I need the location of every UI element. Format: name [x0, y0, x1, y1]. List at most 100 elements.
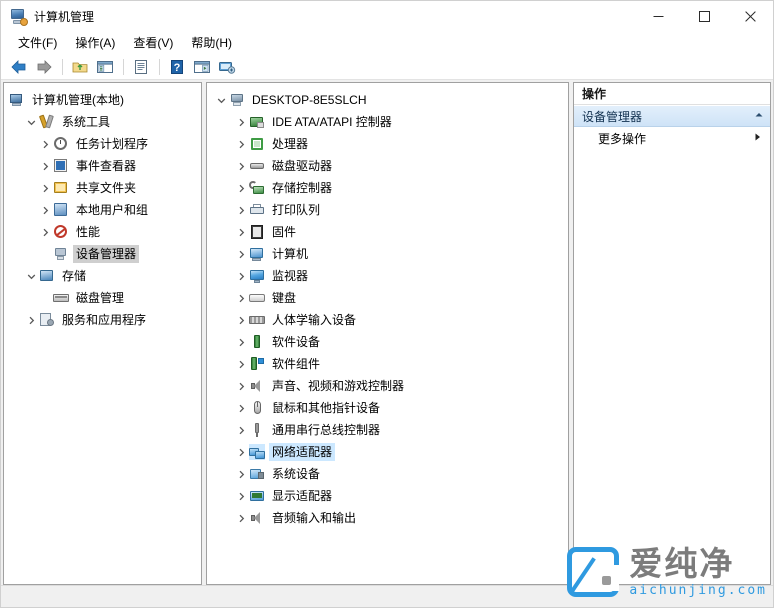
chevron-right-icon[interactable] [233, 184, 249, 193]
action-item-more-actions[interactable]: 更多操作 [574, 127, 770, 149]
sidebar-item-storage[interactable]: 存储 [4, 265, 201, 287]
device-category-label: 磁盘驱动器 [269, 157, 335, 175]
sidebar-item-performance[interactable]: 性能 [4, 221, 201, 243]
chevron-right-icon[interactable] [37, 140, 53, 149]
chevron-right-icon[interactable] [233, 360, 249, 369]
chevron-right-icon[interactable] [23, 316, 39, 325]
sidebar-item-system-tools[interactable]: 系统工具 [4, 111, 201, 133]
chevron-right-icon[interactable] [233, 316, 249, 325]
chevron-right-icon[interactable] [233, 250, 249, 259]
storage-icon [39, 268, 55, 284]
chevron-right-icon[interactable] [37, 162, 53, 171]
chevron-right-icon[interactable] [233, 426, 249, 435]
chevron-down-icon[interactable] [23, 272, 39, 281]
maximize-button[interactable] [681, 1, 727, 32]
chevron-right-icon[interactable] [37, 184, 53, 193]
device-category-computer[interactable]: 计算机 [207, 243, 568, 265]
device-category-sound-video-game[interactable]: 声音、视频和游戏控制器 [207, 375, 568, 397]
device-category-usb-controllers[interactable]: 通用串行总线控制器 [207, 419, 568, 441]
forward-button[interactable] [32, 56, 56, 78]
chevron-up-icon[interactable] [754, 109, 764, 123]
monitor-icon [249, 268, 265, 284]
up-one-level-button[interactable] [68, 56, 92, 78]
device-category-display-adapters[interactable]: 显示适配器 [207, 485, 568, 507]
tree-item-root[interactable]: 计算机管理(本地) [4, 89, 201, 111]
menu-file[interactable]: 文件(F) [9, 33, 66, 53]
chevron-right-icon[interactable] [233, 492, 249, 501]
chevron-right-icon[interactable] [233, 118, 249, 127]
chevron-right-icon[interactable] [233, 514, 249, 523]
chevron-right-icon[interactable] [233, 162, 249, 171]
menu-view[interactable]: 查看(V) [124, 33, 182, 53]
status-bar [1, 585, 773, 607]
chevron-down-icon[interactable] [213, 96, 229, 105]
svg-text:?: ? [174, 62, 181, 74]
device-category-label: 音频输入和输出 [269, 509, 359, 527]
console-tree: 计算机管理(本地) 系统工具 [4, 83, 201, 331]
sidebar-item-task-scheduler[interactable]: 任务计划程序 [4, 133, 201, 155]
close-button[interactable] [727, 1, 773, 32]
action-section-device-manager[interactable]: 设备管理器 [574, 105, 770, 127]
back-button[interactable] [7, 56, 31, 78]
device-category-firmware[interactable]: 固件 [207, 221, 568, 243]
chevron-right-icon[interactable] [233, 338, 249, 347]
sidebar-item-device-manager[interactable]: 设备管理器 [4, 243, 201, 265]
device-category-network-adapters[interactable]: 网络适配器 [207, 441, 568, 463]
properties-button[interactable] [129, 56, 153, 78]
processor-icon [249, 136, 265, 152]
sidebar-item-event-viewer[interactable]: 事件查看器 [4, 155, 201, 177]
chevron-right-icon[interactable] [233, 140, 249, 149]
device-category-storage-controllers[interactable]: 存储控制器 [207, 177, 568, 199]
help-button[interactable]: ? [165, 56, 189, 78]
device-category-processor[interactable]: 处理器 [207, 133, 568, 155]
menu-help[interactable]: 帮助(H) [182, 33, 241, 53]
sidebar-item-label: 共享文件夹 [73, 179, 139, 197]
device-category-label: 网络适配器 [269, 443, 335, 461]
sidebar-item-disk-management[interactable]: 磁盘管理 [4, 287, 201, 309]
show-hide-tree-button[interactable] [93, 56, 117, 78]
window-title: 计算机管理 [34, 11, 94, 23]
device-category-system-devices[interactable]: 系统设备 [207, 463, 568, 485]
close-icon [745, 11, 756, 22]
chevron-right-icon[interactable] [233, 448, 249, 457]
chevron-right-icon[interactable] [233, 228, 249, 237]
device-category-label: 声音、视频和游戏控制器 [269, 377, 407, 395]
chevron-right-icon[interactable] [233, 272, 249, 281]
device-category-mice[interactable]: 鼠标和其他指针设备 [207, 397, 568, 419]
submenu-arrow-icon [754, 132, 762, 145]
chevron-right-icon[interactable] [37, 206, 53, 215]
computer-icon [249, 246, 265, 262]
sidebar-item-local-users-groups[interactable]: 本地用户和组 [4, 199, 201, 221]
device-category-label: 软件组件 [269, 355, 323, 373]
device-category-monitors[interactable]: 监视器 [207, 265, 568, 287]
chevron-right-icon[interactable] [233, 382, 249, 391]
chevron-right-icon[interactable] [233, 404, 249, 413]
device-category-print-queues[interactable]: 打印队列 [207, 199, 568, 221]
device-category-ide-controller[interactable]: IDE ATA/ATAPI 控制器 [207, 111, 568, 133]
chevron-right-icon[interactable] [37, 228, 53, 237]
device-manager-icon [53, 246, 69, 262]
chevron-right-icon[interactable] [233, 206, 249, 215]
device-tree-root[interactable]: DESKTOP-8E5SLCH [207, 89, 568, 111]
chevron-right-icon[interactable] [233, 294, 249, 303]
chevron-right-icon[interactable] [233, 470, 249, 479]
sidebar-item-shared-folders[interactable]: 共享文件夹 [4, 177, 201, 199]
resize-grip[interactable] [755, 586, 769, 607]
device-category-software-components[interactable]: 软件组件 [207, 353, 568, 375]
scan-hardware-button[interactable] [215, 56, 239, 78]
sidebar-item-label: 系统工具 [59, 113, 113, 131]
device-category-audio-io[interactable]: 音频输入和输出 [207, 507, 568, 529]
device-category-keyboards[interactable]: 键盘 [207, 287, 568, 309]
device-category-label: 监视器 [269, 267, 311, 285]
device-category-hid[interactable]: 人体学输入设备 [207, 309, 568, 331]
menu-action[interactable]: 操作(A) [66, 33, 124, 53]
show-action-pane-button[interactable] [190, 56, 214, 78]
sidebar-item-services-applications[interactable]: 服务和应用程序 [4, 309, 201, 331]
ide-controller-icon [249, 114, 265, 130]
device-category-software-devices[interactable]: 软件设备 [207, 331, 568, 353]
chevron-down-icon[interactable] [23, 118, 39, 127]
device-category-disk-drives[interactable]: 磁盘驱动器 [207, 155, 568, 177]
task-scheduler-icon [53, 136, 69, 152]
toolbar-separator [159, 59, 160, 75]
minimize-button[interactable] [635, 1, 681, 32]
